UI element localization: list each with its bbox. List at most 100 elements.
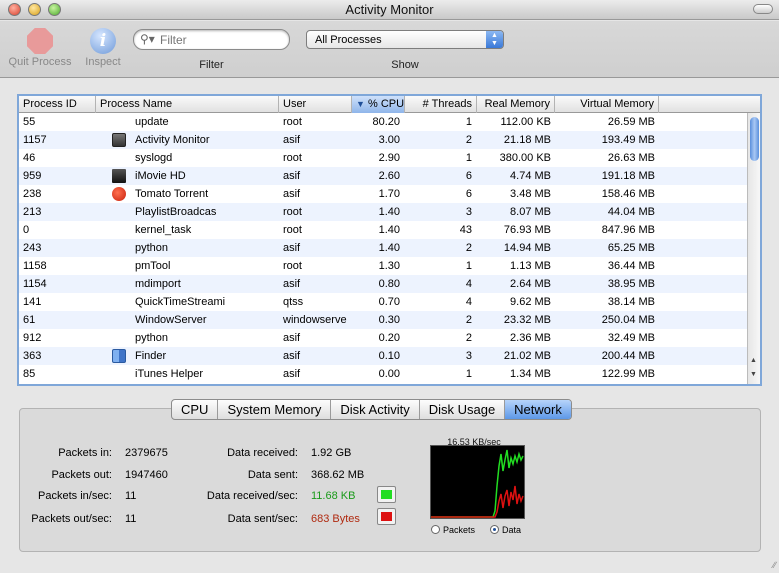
table-row[interactable]: 959 iMovie HD asif 2.60 6 4.74 MB 191.18 MB (19, 167, 747, 185)
cell-user: root (283, 224, 302, 236)
column-header-pid[interactable]: Process ID (19, 96, 96, 113)
finder-icon (112, 349, 126, 363)
vertical-scrollbar[interactable]: ▲ ▼ (747, 113, 760, 384)
sort-descending-icon: ▼ (356, 99, 365, 109)
table-row[interactable]: 243 python asif 1.40 2 14.94 MB 65.25 MB (19, 239, 747, 257)
data-radio[interactable]: Data (490, 525, 521, 535)
tab-system-memory[interactable]: System Memory (218, 400, 332, 419)
column-header-threads[interactable]: # Threads (405, 96, 477, 113)
cell-cpu: 0.70 (378, 296, 400, 308)
stop-sign-icon (27, 28, 53, 54)
cell-pid: 46 (23, 152, 36, 164)
packets-in-sec-value: 11 (125, 490, 137, 502)
info-icon: i (90, 28, 116, 54)
cell-process-name: pmTool (135, 260, 171, 272)
table-row[interactable]: 238 Tomato Torrent asif 1.70 6 3.48 MB 158.46 … (19, 185, 747, 203)
activity-monitor-icon (112, 133, 126, 147)
cell-pid: 85 (23, 368, 36, 380)
toolbar-toggle-button[interactable] (753, 4, 773, 14)
cell-virtual-memory: 193.49 MB (601, 134, 655, 146)
cell-threads: 3 (465, 206, 472, 218)
cell-user: root (283, 260, 302, 272)
cell-real-memory: 380.00 KB (499, 152, 551, 164)
cell-virtual-memory: 200.44 MB (601, 350, 655, 362)
cell-virtual-memory: 38.14 MB (607, 296, 655, 308)
table-row[interactable]: 85 iTunes Helper asif 0.00 1 1.34 MB 122.99 MB (19, 365, 747, 383)
cell-pid: 959 (23, 170, 42, 182)
cell-process-name: iMovie HD (135, 170, 186, 182)
process-table[interactable]: Process ID Process Name User ▼ % CPU # T… (17, 94, 762, 386)
cell-real-memory: 112.00 KB (500, 116, 551, 128)
column-header-filler (659, 96, 760, 113)
cell-threads: 6 (465, 188, 472, 200)
filter-input[interactable] (160, 33, 280, 47)
cell-virtual-memory: 36.44 MB (607, 260, 655, 272)
cell-cpu: 1.40 (378, 206, 400, 218)
data-radio-circle[interactable] (490, 525, 499, 534)
scroll-thumb[interactable] (750, 117, 759, 161)
data-received-sec-value: 11.68 KB (311, 490, 356, 502)
table-row[interactable]: 1154 mdimport asif 0.80 4 2.64 MB 38.95 MB (19, 275, 747, 293)
resize-grip-icon[interactable]: ∕∕ (773, 560, 776, 570)
table-row[interactable]: 141 QuickTimeStreami qtss 0.70 4 9.62 MB 38.14… (19, 293, 747, 311)
cell-process-name: syslogd (135, 152, 173, 164)
cell-cpu: 1.70 (378, 188, 400, 200)
packets-out-sec-label: Packets out/sec: (31, 513, 112, 525)
table-row[interactable]: 363 Finder asif 0.10 3 21.02 MB 200.44 MB (19, 347, 747, 365)
cell-real-memory: 2.64 MB (510, 278, 551, 290)
cell-real-memory: 2.36 MB (510, 332, 551, 344)
table-row[interactable]: 1157 Activity Monitor asif 3.00 2 21.18 MB 193… (19, 131, 747, 149)
cell-user: asif (283, 134, 301, 146)
received-color-well[interactable] (377, 486, 396, 503)
packets-out-label: Packets out: (51, 469, 112, 481)
table-row[interactable]: 912 python asif 0.20 2 2.36 MB 32.49 MB (19, 329, 747, 347)
cell-pid: 363 (23, 350, 42, 362)
table-row[interactable]: 213 PlaylistBroadcas root 1.40 3 8.07 MB 44.04… (19, 203, 747, 221)
quit-process-button[interactable]: Quit Process (6, 28, 74, 68)
tab-disk-activity[interactable]: Disk Activity (331, 400, 420, 419)
cell-process-name: python (135, 242, 169, 254)
tab-network[interactable]: Network (505, 400, 571, 419)
title-bar[interactable]: Activity Monitor (0, 0, 779, 20)
packets-in-label: Packets in: (58, 447, 112, 459)
cell-real-memory: 9.62 MB (510, 296, 551, 308)
table-row[interactable]: 1158 pmTool root 1.30 1 1.13 MB 36.44 MB (19, 257, 747, 275)
cell-threads: 1 (465, 116, 472, 128)
cell-real-memory: 23.32 MB (503, 314, 551, 326)
cell-cpu: 1.30 (378, 260, 400, 272)
scroll-down-arrow-icon[interactable]: ▼ (750, 371, 757, 378)
filter-search-field[interactable]: ⚲▾ (133, 29, 290, 50)
tab-disk-usage[interactable]: Disk Usage (420, 400, 506, 419)
cell-cpu: 1.40 (378, 242, 400, 254)
table-row[interactable]: 61 WindowServer windowserve 0.30 2 23.32 MB 25… (19, 311, 747, 329)
table-row[interactable]: 46 syslogd root 2.90 1 380.00 KB 26.63 MB (19, 149, 747, 167)
packets-radio[interactable]: Packets (431, 525, 475, 535)
column-header-user[interactable]: User (279, 96, 352, 113)
inspect-button[interactable]: i Inspect (80, 28, 126, 68)
show-processes-select[interactable]: All Processes ▲ ▼ (306, 30, 504, 49)
column-header-cpu[interactable]: ▼ % CPU (352, 96, 405, 113)
sent-color-well[interactable] (377, 508, 396, 525)
cell-cpu: 0.10 (378, 350, 400, 362)
scroll-up-arrow-icon[interactable]: ▲ (750, 357, 757, 364)
updown-arrows-icon: ▲ ▼ (486, 31, 503, 48)
data-sent-sec-label: Data sent/sec: (227, 513, 298, 525)
packets-radio-circle[interactable] (431, 525, 440, 534)
cell-cpu: 2.60 (378, 170, 400, 182)
show-label: Show (391, 59, 419, 71)
cell-user: asif (283, 278, 301, 290)
column-header-real-memory[interactable]: Real Memory (477, 96, 555, 113)
cell-process-name: Activity Monitor (135, 134, 210, 146)
column-header-virtual-memory[interactable]: Virtual Memory (555, 96, 659, 113)
table-row[interactable]: 0 kernel_task root 1.40 43 76.93 MB 847.96 MB (19, 221, 747, 239)
column-header-process-name[interactable]: Process Name (96, 96, 279, 113)
cell-virtual-memory: 122.99 MB (601, 368, 655, 380)
cell-process-name: iTunes Helper (135, 368, 204, 380)
table-row[interactable]: 55 update root 80.20 1 112.00 KB 26.59 MB (19, 113, 747, 131)
tab-cpu[interactable]: CPU (172, 400, 219, 419)
cell-virtual-memory: 65.25 MB (607, 242, 655, 254)
quit-process-label: Quit Process (8, 56, 72, 68)
sent-color-swatch (381, 512, 392, 521)
imovie-icon (112, 169, 126, 183)
table-header: Process ID Process Name User ▼ % CPU # T… (19, 96, 760, 113)
